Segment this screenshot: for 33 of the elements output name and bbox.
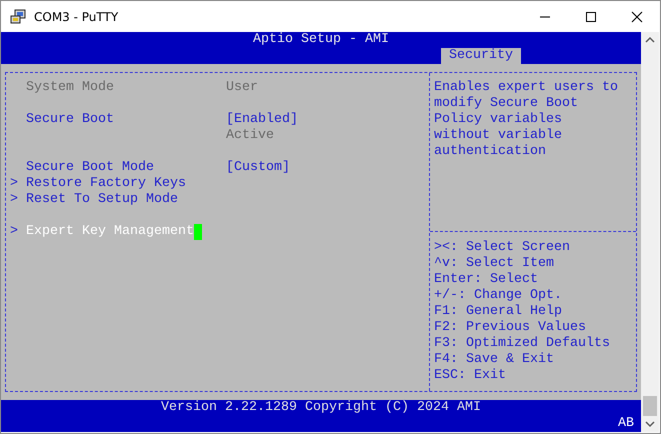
setting-value[interactable]: [Enabled] <box>226 112 429 128</box>
scrollbar[interactable] <box>641 32 659 432</box>
submenu-marker: > <box>10 176 19 192</box>
setting-label: System Mode <box>26 80 115 96</box>
key-hint: +/-: Change Opt. <box>434 288 562 303</box>
version-text: Version 2.22.1289 Copyright (C) 2024 AMI <box>161 400 481 415</box>
computer-icon <box>10 8 26 24</box>
close-icon <box>631 10 643 22</box>
window-title: COM3 - PuTTY <box>34 10 120 24</box>
key-hint: F2: Previous Values <box>434 320 586 335</box>
setting-value[interactable]: [Custom] <box>226 160 429 176</box>
key-hint: F4: Save & Exit <box>434 352 554 367</box>
setting-label[interactable]: Secure Boot Mode <box>26 160 226 176</box>
mode-indicator: AB <box>618 416 634 431</box>
setting-value: User <box>226 80 259 96</box>
setup-title: Aptio Setup - AMI <box>253 32 389 47</box>
scroll-thumb[interactable] <box>643 396 657 416</box>
setting-label[interactable]: Secure Boot <box>26 112 226 128</box>
menu-item[interactable]: Reset To Setup Mode <box>26 192 178 208</box>
menu-item[interactable]: Restore Factory Keys <box>26 176 186 192</box>
key-hint: F3: Optimized Defaults <box>434 336 610 351</box>
key-hint: ^v: Select Item <box>434 256 554 271</box>
maximize-icon <box>585 10 597 22</box>
setting-value: Active <box>226 128 275 144</box>
key-hint: ESC: Exit <box>434 368 506 383</box>
key-hint: Enter: Select <box>434 272 538 287</box>
menu-tab[interactable]: Security <box>441 48 521 64</box>
text-cursor <box>194 224 202 240</box>
key-hint: F1: General Help <box>434 304 562 319</box>
submenu-marker: > <box>10 224 19 240</box>
help-text: Enables expert users to modify Secure Boot Policy variables without variable authentication <box>433 80 618 161</box>
submenu-marker: > <box>10 192 19 208</box>
key-hint: ><: Select Screen <box>434 240 570 255</box>
